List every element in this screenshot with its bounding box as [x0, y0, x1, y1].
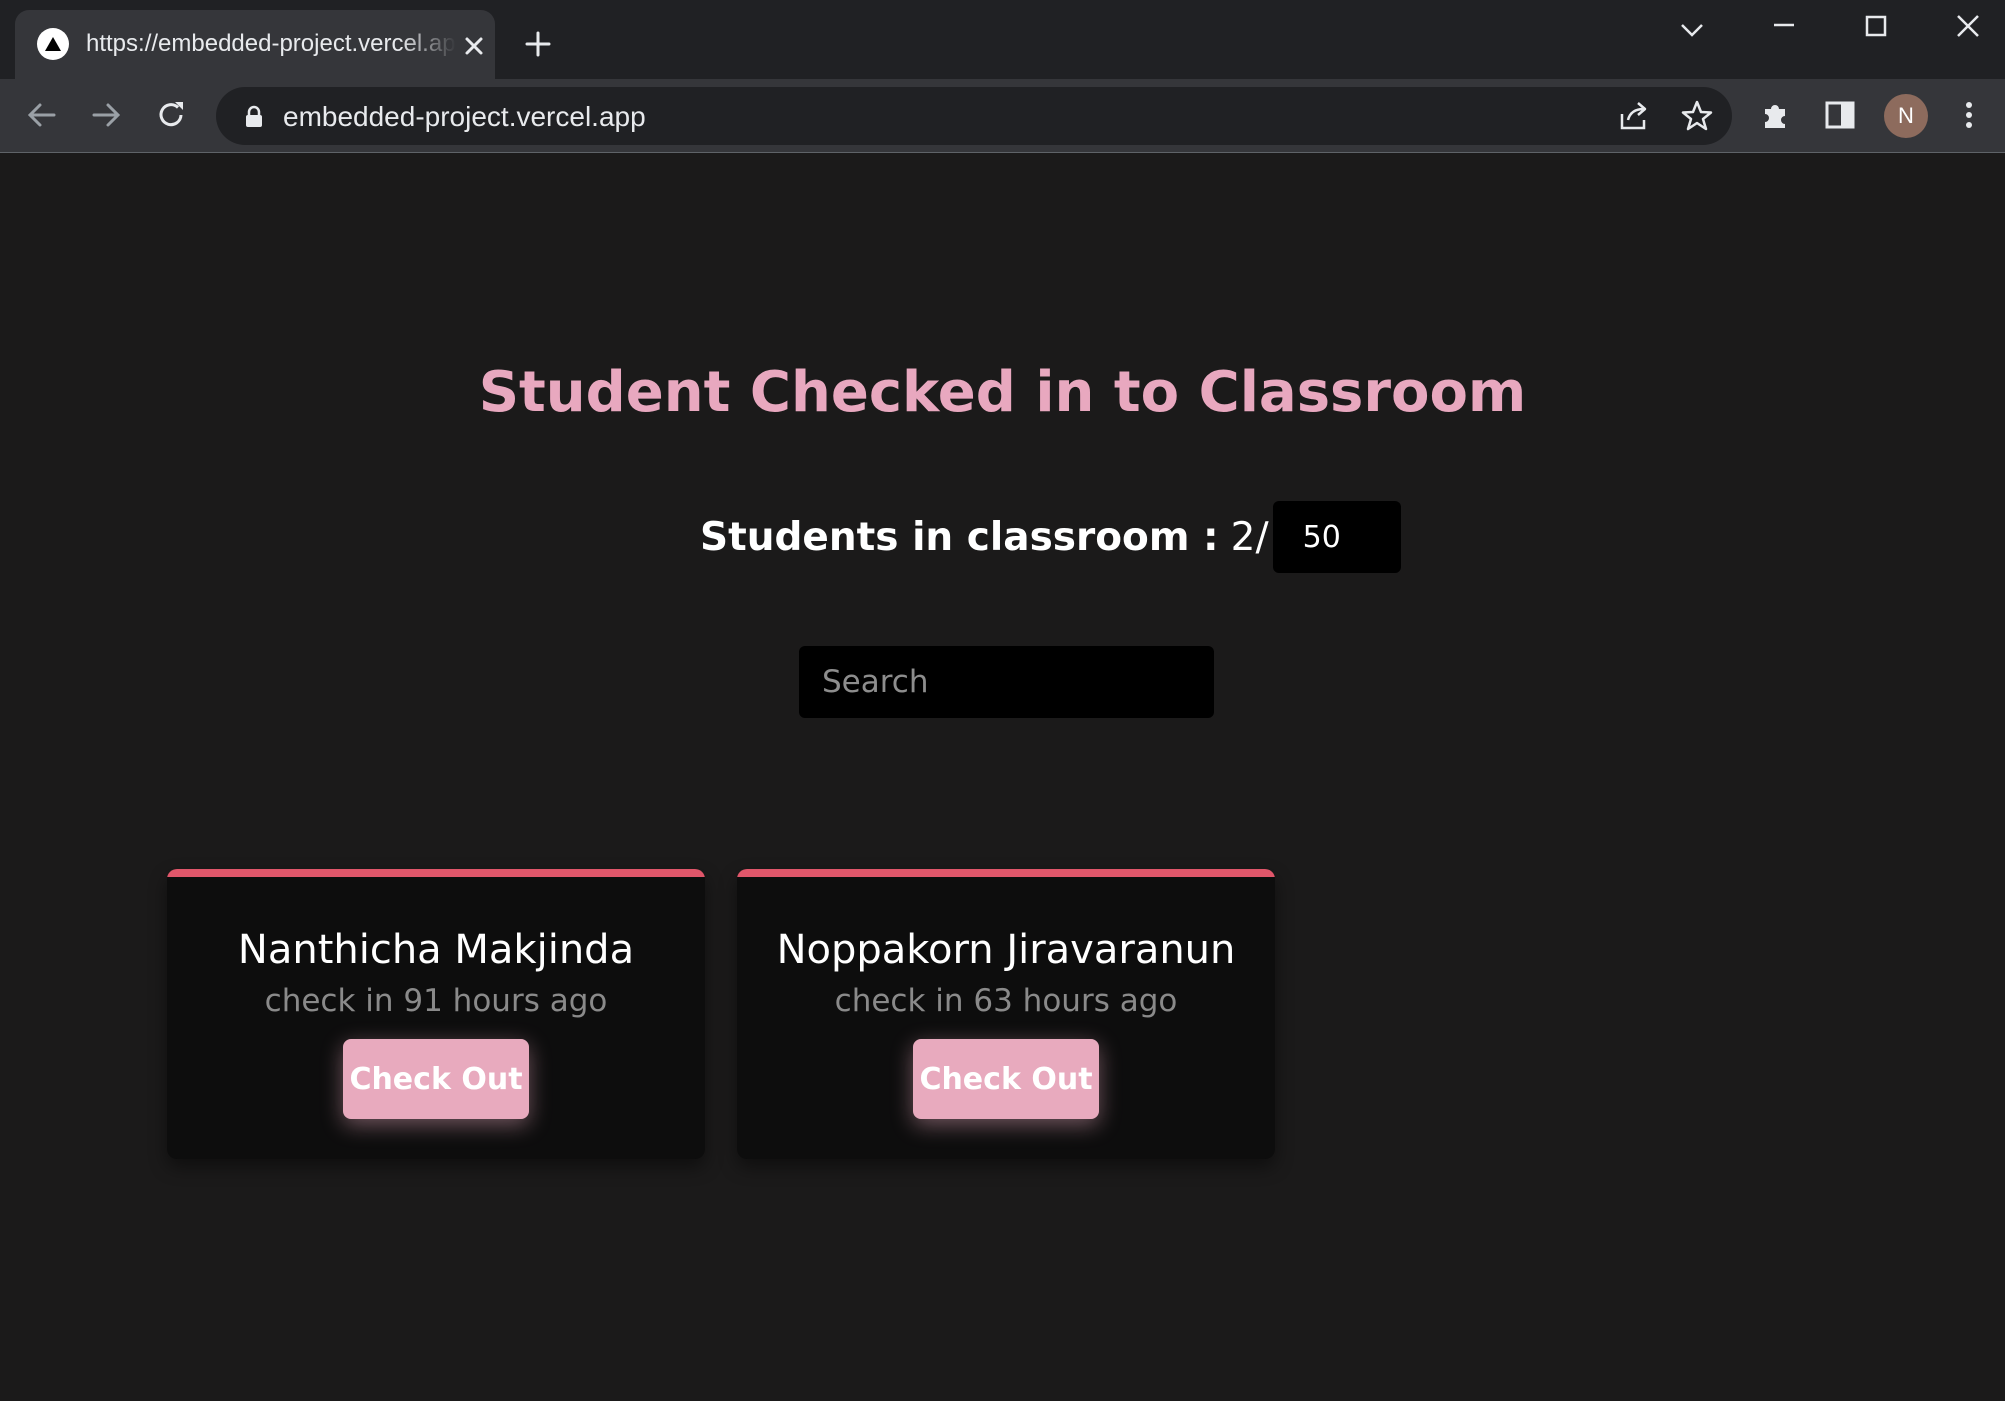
count-label: Students in classroom :	[700, 514, 1219, 560]
page-title: Student Checked in to Classroom	[478, 360, 1527, 425]
search-input[interactable]	[799, 646, 1214, 718]
card-accent-bar	[167, 869, 705, 877]
check-out-button[interactable]: Check Out	[913, 1039, 1099, 1119]
forward-icon[interactable]	[88, 97, 124, 133]
browser-titlebar: https://embedded-project.vercel.app	[0, 0, 2005, 79]
address-url: embedded-project.vercel.app	[283, 101, 646, 132]
extensions-icon[interactable]	[1758, 97, 1794, 133]
count-separator: /	[1255, 514, 1269, 560]
maximize-icon[interactable]	[1856, 12, 1896, 48]
minimize-icon[interactable]	[1764, 12, 1804, 48]
student-name: Nanthicha Makjinda	[237, 927, 635, 973]
profile-avatar[interactable]: N	[1884, 94, 1928, 138]
address-bar[interactable]: embedded-project.vercel.app	[216, 87, 1732, 145]
lock-icon[interactable]	[244, 105, 264, 133]
side-panel-icon[interactable]	[1822, 97, 1858, 133]
check-in-time: check in 91 hours ago	[264, 983, 608, 1019]
tab-search-chevron-icon[interactable]	[1672, 12, 1712, 48]
student-name: Noppakorn Jiravaranun	[776, 927, 1236, 973]
back-icon[interactable]	[24, 97, 60, 133]
student-card: Nanthicha Makjinda check in 91 hours ago…	[167, 869, 705, 1159]
reload-icon[interactable]	[153, 97, 189, 133]
page-content: Student Checked in to Classroom Students…	[0, 153, 2005, 1401]
close-icon[interactable]	[462, 34, 486, 58]
browser-tab[interactable]: https://embedded-project.vercel.app	[15, 10, 495, 79]
tab-title: https://embedded-project.vercel.app	[86, 30, 456, 57]
share-icon[interactable]	[1616, 98, 1652, 138]
window-close-icon[interactable]	[1948, 12, 1988, 48]
card-accent-bar	[737, 869, 1275, 877]
browser-toolbar: embedded-project.vercel.app N	[0, 79, 2005, 153]
student-card: Noppakorn Jiravaranun check in 63 hours …	[737, 869, 1275, 1159]
bookmark-star-icon[interactable]	[1679, 98, 1715, 138]
count-value: 2	[1230, 514, 1256, 560]
vercel-favicon-icon	[37, 28, 69, 60]
student-count-row: Students in classroom : 2 /	[700, 501, 1401, 573]
check-in-time: check in 63 hours ago	[834, 983, 1178, 1019]
kebab-menu-icon[interactable]	[1951, 97, 1987, 133]
max-students-input[interactable]	[1272, 501, 1401, 573]
new-tab-icon[interactable]	[524, 30, 552, 58]
check-out-button[interactable]: Check Out	[343, 1039, 529, 1119]
